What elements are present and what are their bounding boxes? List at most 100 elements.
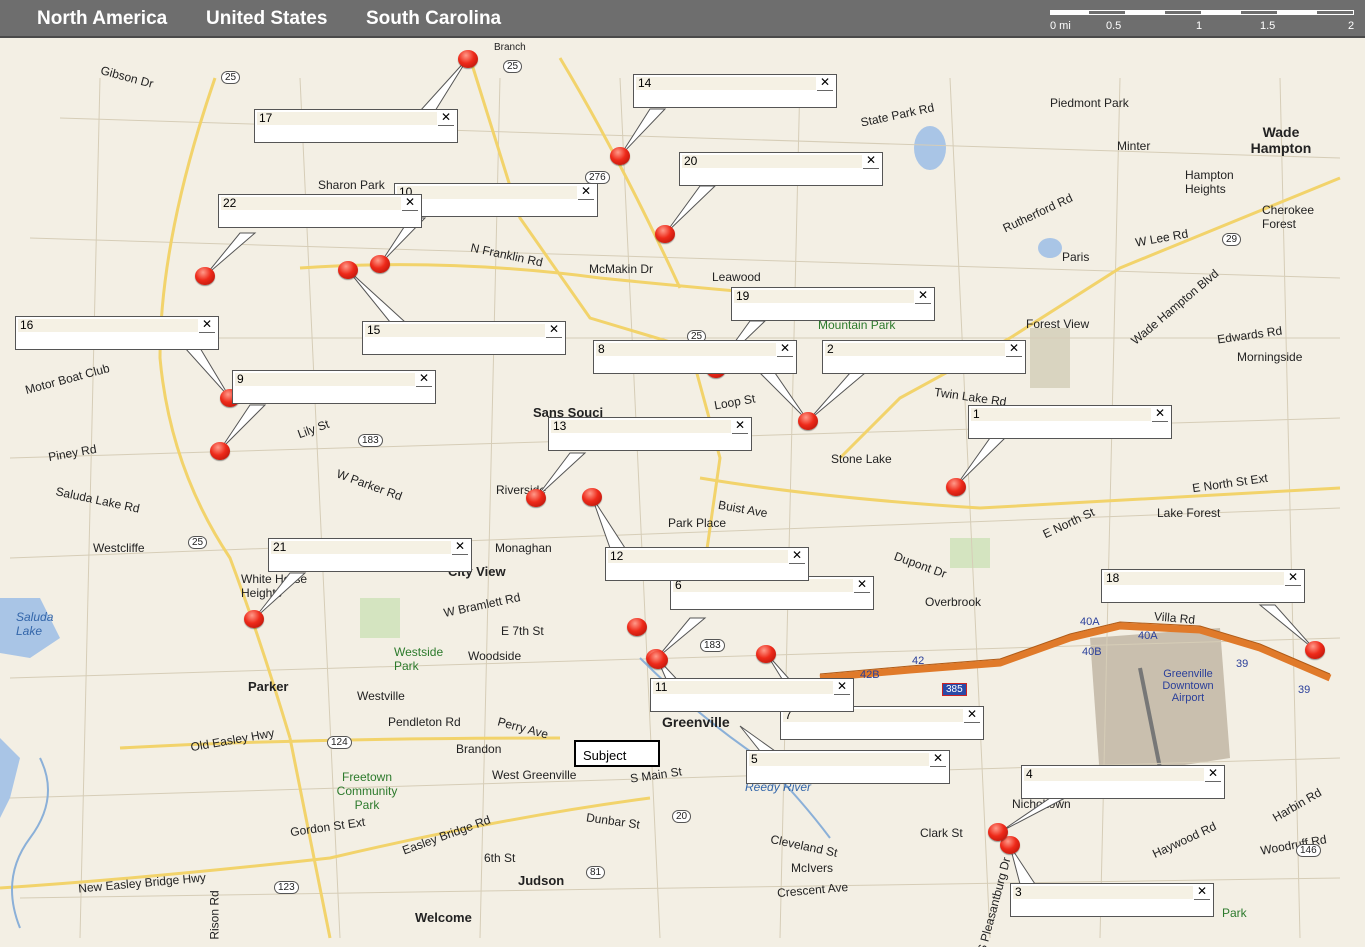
callout-19[interactable]: 19 ✕ [731, 287, 935, 321]
place-label: Judson [518, 873, 565, 888]
water-label: Saluda Lake [16, 610, 54, 638]
map-marker-2[interactable] [798, 412, 818, 430]
callout-2[interactable]: 2 ✕ [822, 340, 1026, 374]
breadcrumb-united-states[interactable]: United States [206, 8, 327, 30]
callout-13[interactable]: 13 ✕ [548, 417, 752, 451]
callout-16[interactable]: 16 ✕ [15, 316, 219, 350]
callout-21[interactable]: 21 ✕ [268, 538, 472, 572]
map-marker-17[interactable] [458, 50, 478, 68]
place-label: Westville [357, 689, 405, 703]
scale-bar: 0 mi 0.5 1 1.5 2 [1050, 6, 1356, 34]
map-canvas[interactable]: Gibson Dr Sharon Park N Franklin Rd McMa… [0, 38, 1365, 947]
close-icon[interactable]: ✕ [546, 322, 562, 338]
close-icon[interactable]: ✕ [1152, 406, 1168, 422]
callout-5[interactable]: 5 ✕ [746, 750, 950, 784]
map-marker-13[interactable] [526, 489, 546, 507]
callout-number: 3 [1015, 885, 1022, 899]
callout-22[interactable]: 22 ✕ [218, 194, 422, 228]
map-marker-4[interactable] [988, 823, 1008, 841]
close-icon[interactable]: ✕ [402, 195, 418, 211]
callout-4[interactable]: 4 ✕ [1021, 765, 1225, 799]
map-marker-10[interactable] [370, 255, 390, 273]
place-label: Stone Lake [831, 452, 892, 466]
map-marker-5[interactable] [756, 645, 776, 663]
close-icon[interactable]: ✕ [1205, 766, 1221, 782]
callout-number: 18 [1106, 571, 1120, 585]
callout-number: 21 [273, 540, 287, 554]
close-icon[interactable]: ✕ [915, 288, 931, 304]
map-marker-15[interactable] [338, 261, 358, 279]
close-icon[interactable]: ✕ [930, 751, 946, 767]
callout-10[interactable]: 10 ✕ [394, 183, 598, 217]
callout-6[interactable]: 6 ✕ [670, 576, 874, 610]
place-label: Minter [1117, 139, 1151, 153]
close-icon[interactable]: ✕ [438, 110, 454, 126]
close-icon[interactable]: ✕ [1285, 570, 1301, 586]
highway-shield: 183 [700, 639, 725, 652]
map-marker-9[interactable] [210, 442, 230, 460]
exit-label: 42B [860, 669, 880, 681]
callout-11[interactable]: 11 ✕ [650, 678, 854, 712]
close-icon[interactable]: ✕ [854, 577, 870, 593]
callout-20[interactable]: 20 ✕ [679, 152, 883, 186]
callout-number: 2 [827, 342, 834, 356]
map-marker-12[interactable] [582, 488, 602, 506]
callout-9[interactable]: 9 ✕ [232, 370, 436, 404]
place-label: Forest View [1026, 317, 1090, 331]
place-label: Woodside [468, 649, 522, 663]
map-marker-20[interactable] [655, 225, 675, 243]
close-icon[interactable]: ✕ [964, 707, 980, 723]
map-marker-11[interactable] [648, 651, 668, 669]
close-icon[interactable]: ✕ [199, 317, 215, 333]
highway-shield: 25 [503, 60, 523, 73]
map-marker-6[interactable] [627, 618, 647, 636]
callout-number: 8 [598, 342, 605, 356]
map-marker-18[interactable] [1305, 641, 1325, 659]
close-icon[interactable]: ✕ [777, 341, 793, 357]
close-icon[interactable]: ✕ [732, 418, 748, 434]
callout-14[interactable]: 14 ✕ [633, 74, 837, 108]
close-icon[interactable]: ✕ [578, 184, 594, 200]
map-marker-22[interactable] [195, 267, 215, 285]
scale-zero-label: 0 mi [1050, 20, 1071, 32]
place-label: Nicholtown [1012, 797, 1071, 811]
close-icon[interactable]: ✕ [863, 153, 879, 169]
callout-number: 17 [259, 111, 273, 125]
exit-label: 42 [912, 655, 925, 667]
place-label: Branch [494, 42, 526, 53]
callout-17[interactable]: 17 ✕ [254, 109, 458, 143]
close-icon[interactable]: ✕ [1006, 341, 1022, 357]
callout-number: 19 [736, 289, 750, 303]
map-marker-1[interactable] [946, 478, 966, 496]
close-icon[interactable]: ✕ [817, 75, 833, 91]
close-icon[interactable]: ✕ [416, 371, 432, 387]
callout-18[interactable]: 18 ✕ [1101, 569, 1305, 603]
map-marker-21[interactable] [244, 610, 264, 628]
park-label: Westside Park [394, 645, 444, 673]
callout-8[interactable]: 8 ✕ [593, 340, 797, 374]
place-label: Monaghan [495, 541, 552, 555]
street-label: Clark St [920, 826, 963, 840]
place-label: West Greenville [492, 768, 577, 782]
place-label: McIvers [791, 861, 833, 875]
callout-1[interactable]: 1 ✕ [968, 405, 1172, 439]
place-label: Park Place [668, 516, 727, 530]
callout-15[interactable]: 15 ✕ [362, 321, 566, 355]
subject-label[interactable]: Subject [574, 740, 660, 767]
close-icon[interactable]: ✕ [452, 539, 468, 555]
exit-label: 40A [1138, 630, 1158, 642]
map-marker-14[interactable] [610, 147, 630, 165]
place-label: Leawood [712, 270, 761, 284]
callout-number: 11 [655, 680, 668, 694]
callout-number: 12 [610, 549, 624, 563]
callout-12[interactable]: 12 ✕ [605, 547, 809, 581]
callout-3[interactable]: 3 ✕ [1010, 883, 1214, 917]
close-icon[interactable]: ✕ [1194, 884, 1210, 900]
highway-shield: 123 [274, 881, 299, 894]
breadcrumb-south-carolina[interactable]: South Carolina [366, 8, 501, 30]
place-label: Piedmont Park [1050, 96, 1129, 110]
airport-label: Greenville Downtown Airport [1162, 668, 1214, 704]
breadcrumb-north-america[interactable]: North America [37, 8, 167, 30]
close-icon[interactable]: ✕ [789, 548, 805, 564]
close-icon[interactable]: ✕ [834, 679, 850, 695]
